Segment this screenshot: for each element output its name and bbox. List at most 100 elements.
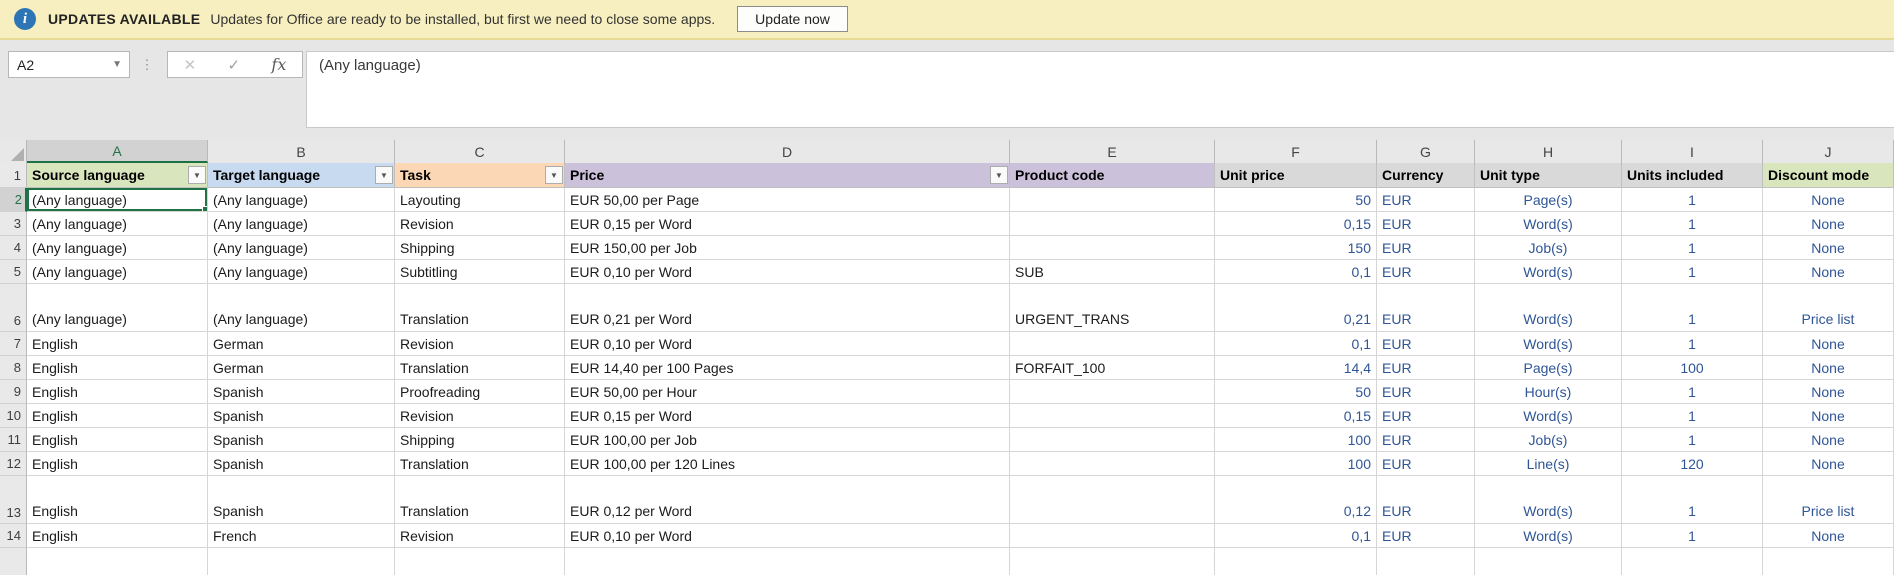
cell-G9[interactable]: EUR [1377,380,1475,404]
cell-G7[interactable]: EUR [1377,332,1475,356]
cell-I6[interactable]: 1 [1622,284,1763,332]
cell-J5[interactable]: None [1763,260,1894,284]
cell-A5[interactable]: (Any language) [27,260,208,284]
column-header-C[interactable]: C [395,140,565,163]
cell-G3[interactable]: EUR [1377,212,1475,236]
cell-F6[interactable]: 0,21 [1215,284,1377,332]
cell-H10[interactable]: Word(s) [1475,404,1622,428]
row-header-14[interactable]: 14 [0,524,27,548]
cell-F5[interactable]: 0,1 [1215,260,1377,284]
row-header-12[interactable]: 12 [0,452,27,476]
cell-B9[interactable]: Spanish [208,380,395,404]
cell-A2[interactable]: (Any language) [27,188,208,212]
cell-F12[interactable]: 100 [1215,452,1377,476]
cell-E1[interactable]: Product code [1010,163,1215,188]
cell-J2[interactable]: None [1763,188,1894,212]
row-header-7[interactable]: 7 [0,332,27,356]
cancel-icon[interactable]: ✕ [184,56,197,74]
cell-C10[interactable]: Revision [395,404,565,428]
cell-H13[interactable]: Word(s) [1475,476,1622,524]
cell-E9[interactable] [1010,380,1215,404]
cell-A15[interactable]: English [27,548,208,575]
cell-A7[interactable]: English [27,332,208,356]
update-now-button[interactable]: Update now [737,6,848,32]
cell-C9[interactable]: Proofreading [395,380,565,404]
cell-B15[interactable]: French [208,548,395,575]
cell-C3[interactable]: Revision [395,212,565,236]
cell-I3[interactable]: 1 [1622,212,1763,236]
cell-D13[interactable]: EUR 0,12 per Word [565,476,1010,524]
row-header-11[interactable]: 11 [0,428,27,452]
cell-E15[interactable] [1010,548,1215,575]
cell-J8[interactable]: None [1763,356,1894,380]
cell-D9[interactable]: EUR 50,00 per Hour [565,380,1010,404]
cell-D3[interactable]: EUR 0,15 per Word [565,212,1010,236]
cell-H5[interactable]: Word(s) [1475,260,1622,284]
cell-A13[interactable]: English [27,476,208,524]
cell-I8[interactable]: 100 [1622,356,1763,380]
cell-H14[interactable]: Word(s) [1475,524,1622,548]
row-header-9[interactable]: 9 [0,380,27,404]
column-header-G[interactable]: G [1377,140,1475,163]
cell-A1[interactable]: Source language▼ [27,163,208,188]
cell-A8[interactable]: English [27,356,208,380]
column-header-I[interactable]: I [1622,140,1763,163]
cell-G2[interactable]: EUR [1377,188,1475,212]
cell-F10[interactable]: 0,15 [1215,404,1377,428]
cell-F1[interactable]: Unit price [1215,163,1377,188]
cell-I9[interactable]: 1 [1622,380,1763,404]
cell-G1[interactable]: Currency [1377,163,1475,188]
column-header-D[interactable]: D [565,140,1010,163]
column-header-A[interactable]: A [27,140,208,163]
cell-H12[interactable]: Line(s) [1475,452,1622,476]
cell-F9[interactable]: 50 [1215,380,1377,404]
enter-icon[interactable]: ✓ [228,56,241,74]
cell-E4[interactable] [1010,236,1215,260]
cell-F3[interactable]: 0,15 [1215,212,1377,236]
cell-D5[interactable]: EUR 0,10 per Word [565,260,1010,284]
cell-J12[interactable]: None [1763,452,1894,476]
cell-H15[interactable]: Word(s) [1475,548,1622,575]
cell-B7[interactable]: German [208,332,395,356]
cell-C7[interactable]: Revision [395,332,565,356]
cell-E10[interactable] [1010,404,1215,428]
cell-C8[interactable]: Translation [395,356,565,380]
cell-E5[interactable]: SUB [1010,260,1215,284]
cell-J15[interactable]: Scheduled [1763,548,1894,575]
cell-I5[interactable]: 1 [1622,260,1763,284]
cell-E2[interactable] [1010,188,1215,212]
cell-B10[interactable]: Spanish [208,404,395,428]
cell-J1[interactable]: Discount mode [1763,163,1894,188]
cell-A3[interactable]: (Any language) [27,212,208,236]
cell-I10[interactable]: 1 [1622,404,1763,428]
cell-H6[interactable]: Word(s) [1475,284,1622,332]
cell-C6[interactable]: Translation [395,284,565,332]
cell-B13[interactable]: Spanish [208,476,395,524]
cell-I7[interactable]: 1 [1622,332,1763,356]
cell-B5[interactable]: (Any language) [208,260,395,284]
cell-E14[interactable] [1010,524,1215,548]
cell-I14[interactable]: 1 [1622,524,1763,548]
column-header-E[interactable]: E [1010,140,1215,163]
cell-J6[interactable]: Price list [1763,284,1894,332]
cell-B2[interactable]: (Any language) [208,188,395,212]
cell-B4[interactable]: (Any language) [208,236,395,260]
filter-dropdown-icon[interactable]: ▼ [545,166,563,184]
cell-D1[interactable]: Price▼ [565,163,1010,188]
cell-A14[interactable]: English [27,524,208,548]
name-box[interactable]: A2 ▼ [8,51,130,78]
row-header-2[interactable]: 2 [0,188,27,212]
cell-J14[interactable]: None [1763,524,1894,548]
cell-H2[interactable]: Page(s) [1475,188,1622,212]
cell-A9[interactable]: English [27,380,208,404]
cell-D10[interactable]: EUR 0,15 per Word [565,404,1010,428]
cell-F2[interactable]: 50 [1215,188,1377,212]
insert-function-icon[interactable]: fx [271,55,286,74]
cell-D6[interactable]: EUR 0,21 per Word [565,284,1010,332]
cell-J4[interactable]: None [1763,236,1894,260]
cell-G15[interactable]: EUR [1377,548,1475,575]
cell-G13[interactable]: EUR [1377,476,1475,524]
cell-G11[interactable]: EUR [1377,428,1475,452]
cell-F7[interactable]: 0,1 [1215,332,1377,356]
cell-B1[interactable]: Target language▼ [208,163,395,188]
